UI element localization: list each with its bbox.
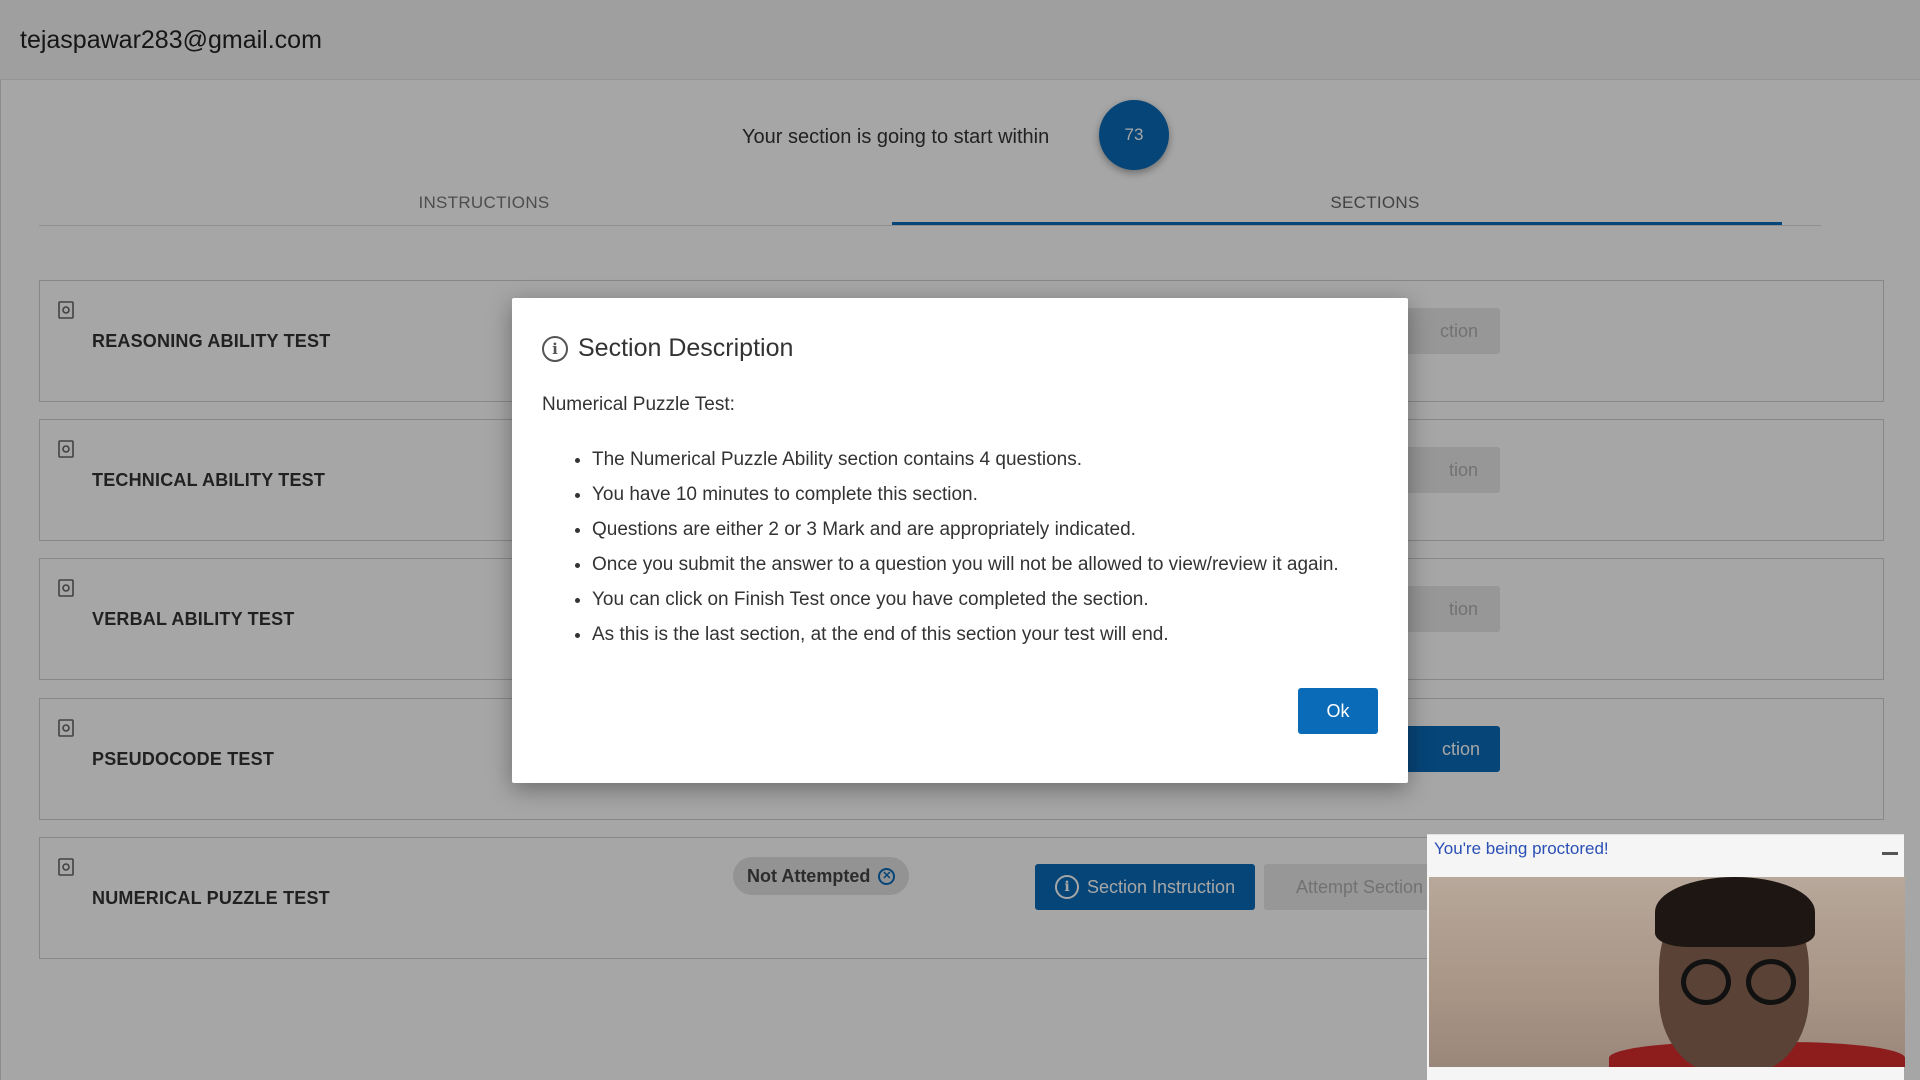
dialog-header: i Section Description — [542, 334, 793, 363]
dialog-title: Section Description — [578, 334, 794, 362]
dialog-subtitle: Numerical Puzzle Test: — [542, 394, 735, 415]
proctor-widget: You're being proctored! — [1427, 834, 1905, 1080]
proctor-title: You're being proctored! — [1434, 839, 1609, 858]
minimize-icon[interactable] — [1882, 852, 1898, 855]
list-item: Once you submit the answer to a question… — [592, 547, 1339, 582]
list-item: The Numerical Puzzle Ability section con… — [592, 442, 1339, 477]
video-hair-shape — [1655, 877, 1815, 947]
ok-button[interactable]: Ok — [1298, 688, 1378, 734]
list-item: As this is the last section, at the end … — [592, 617, 1339, 652]
info-icon: i — [542, 335, 568, 362]
webcam-video — [1429, 877, 1905, 1067]
list-item: You can click on Finish Test once you ha… — [592, 582, 1339, 617]
section-description-dialog: i Section Description Numerical Puzzle T… — [512, 298, 1408, 783]
video-glasses-right — [1746, 959, 1796, 1005]
instruction-list: The Numerical Puzzle Ability section con… — [592, 442, 1339, 652]
list-item: Questions are either 2 or 3 Mark and are… — [592, 512, 1339, 547]
list-item: You have 10 minutes to complete this sec… — [592, 477, 1339, 512]
video-glasses-left — [1681, 959, 1731, 1005]
